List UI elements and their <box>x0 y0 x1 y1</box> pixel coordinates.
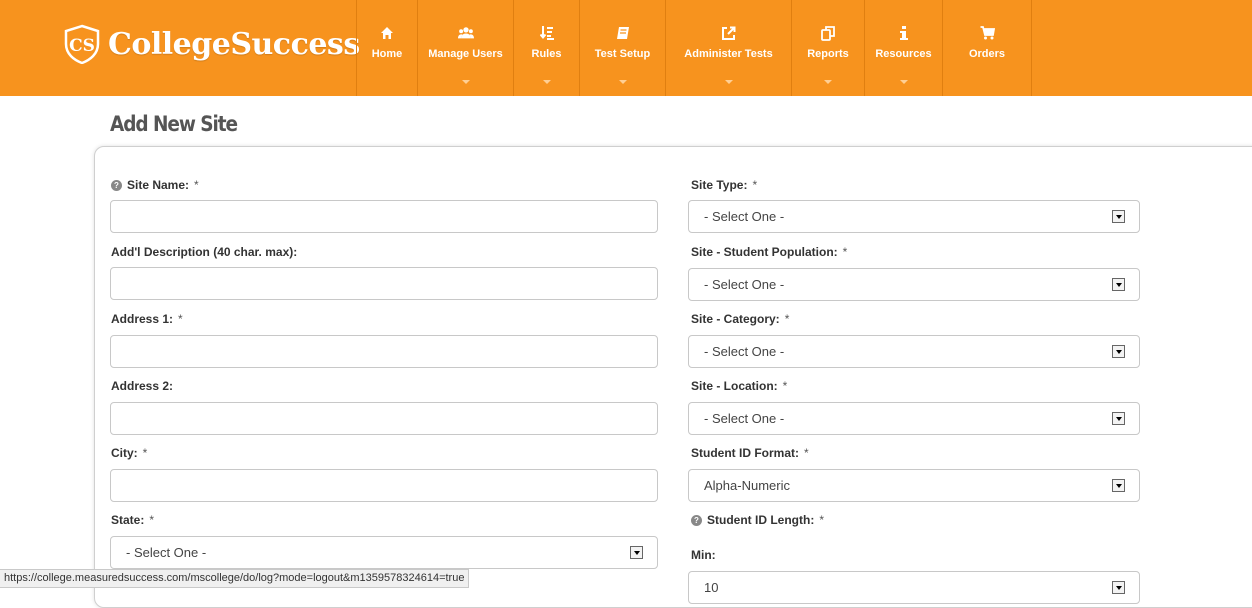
state-select-value: - Select One - <box>126 545 207 560</box>
home-icon <box>379 24 395 42</box>
nav-administer-tests[interactable]: Administer Tests <box>665 0 791 96</box>
nav-test-setup-label: Test Setup <box>594 48 651 60</box>
chevron-down-icon[interactable] <box>1112 210 1125 223</box>
chevron-down-icon <box>724 80 733 84</box>
nav-rules-label: Rules <box>531 48 562 60</box>
nav-manage-users[interactable]: Manage Users <box>417 0 513 96</box>
student-id-format-label: Student ID Format: * <box>691 446 809 460</box>
description-label: Add'l Description (40 char. max): <box>111 245 298 259</box>
nav-home-label: Home <box>371 48 403 60</box>
site-location-label: Site - Location: * <box>691 379 788 393</box>
help-icon[interactable]: ? <box>111 179 122 191</box>
brand-name: CollegeSuccess <box>108 26 360 62</box>
browser-status-url: https://college.measuredsuccess.com/msco… <box>0 569 470 588</box>
city-label: City: * <box>111 446 148 460</box>
nav-home[interactable]: Home <box>356 0 417 96</box>
state-select[interactable]: - Select One - <box>110 536 658 569</box>
cart-icon <box>979 24 995 42</box>
chevron-down-icon <box>542 80 551 84</box>
nav-reports[interactable]: Reports <box>791 0 864 96</box>
nav-orders[interactable]: Orders <box>942 0 1032 96</box>
nav-rules[interactable]: Rules <box>513 0 579 96</box>
site-location-select[interactable]: - Select One - <box>688 402 1140 435</box>
chevron-down-icon[interactable] <box>1112 345 1125 358</box>
chevron-down-icon <box>824 80 832 84</box>
chevron-down-icon[interactable] <box>1112 412 1125 425</box>
nav-orders-label: Orders <box>968 48 1006 60</box>
svg-text:CS: CS <box>69 36 95 56</box>
nav-test-setup[interactable]: Test Setup <box>579 0 665 96</box>
chevron-down-icon <box>461 80 470 84</box>
city-input[interactable] <box>110 469 658 502</box>
student-population-select[interactable]: - Select One - <box>688 268 1140 301</box>
student-id-format-select[interactable]: Alpha-Numeric <box>688 469 1140 502</box>
student-population-label: Site - Student Population: * <box>691 245 848 259</box>
nav-manage-users-label: Manage Users <box>428 48 503 60</box>
site-category-value: - Select One - <box>704 344 785 359</box>
sort-icon <box>539 24 555 42</box>
nav-resources-label: Resources <box>875 48 932 60</box>
site-type-select[interactable]: - Select One - <box>688 200 1140 233</box>
nav-resources[interactable]: Resources <box>864 0 942 96</box>
site-name-input[interactable] <box>110 200 658 233</box>
chevron-down-icon <box>899 80 908 84</box>
student-id-format-value: Alpha-Numeric <box>704 478 790 493</box>
help-icon[interactable]: ? <box>691 514 702 526</box>
min-length-label: Min: <box>691 548 716 562</box>
top-navigation-bar: CS CollegeSuccess Home Manage Users Rule… <box>0 0 1252 96</box>
site-category-select[interactable]: - Select One - <box>688 335 1140 368</box>
nav-reports-label: Reports <box>807 48 849 60</box>
address1-label: Address 1: * <box>111 312 183 326</box>
site-name-label: ? Site Name: * <box>111 178 199 192</box>
chevron-down-icon <box>618 80 627 84</box>
page-title: Add New Site <box>110 112 238 136</box>
main-nav: Home Manage Users Rules Test Setup Admin… <box>356 0 1032 96</box>
chevron-down-icon[interactable] <box>1112 479 1125 492</box>
shield-logo-icon: CS <box>62 24 102 64</box>
chevron-down-icon[interactable] <box>630 546 643 559</box>
brand-logo[interactable]: CS CollegeSuccess <box>62 22 360 66</box>
site-location-value: - Select One - <box>704 411 785 426</box>
student-id-length-label: ? Student ID Length: * <box>691 513 824 527</box>
nav-administer-tests-label: Administer Tests <box>684 48 773 60</box>
address1-input[interactable] <box>110 335 658 368</box>
users-icon <box>457 24 474 42</box>
book-icon <box>615 24 631 42</box>
description-input[interactable] <box>110 267 658 300</box>
address2-label: Address 2: <box>111 379 174 393</box>
chevron-down-icon[interactable] <box>1112 278 1125 291</box>
site-type-label: Site Type: * <box>691 178 758 192</box>
site-category-label: Site - Category: * <box>691 312 790 326</box>
copy-icon <box>820 24 836 42</box>
external-link-icon <box>721 24 737 42</box>
student-population-value: - Select One - <box>704 277 785 292</box>
state-label: State: * <box>111 513 155 527</box>
site-type-value: - Select One - <box>704 209 785 224</box>
info-icon <box>896 24 912 42</box>
address2-input[interactable] <box>110 402 658 435</box>
